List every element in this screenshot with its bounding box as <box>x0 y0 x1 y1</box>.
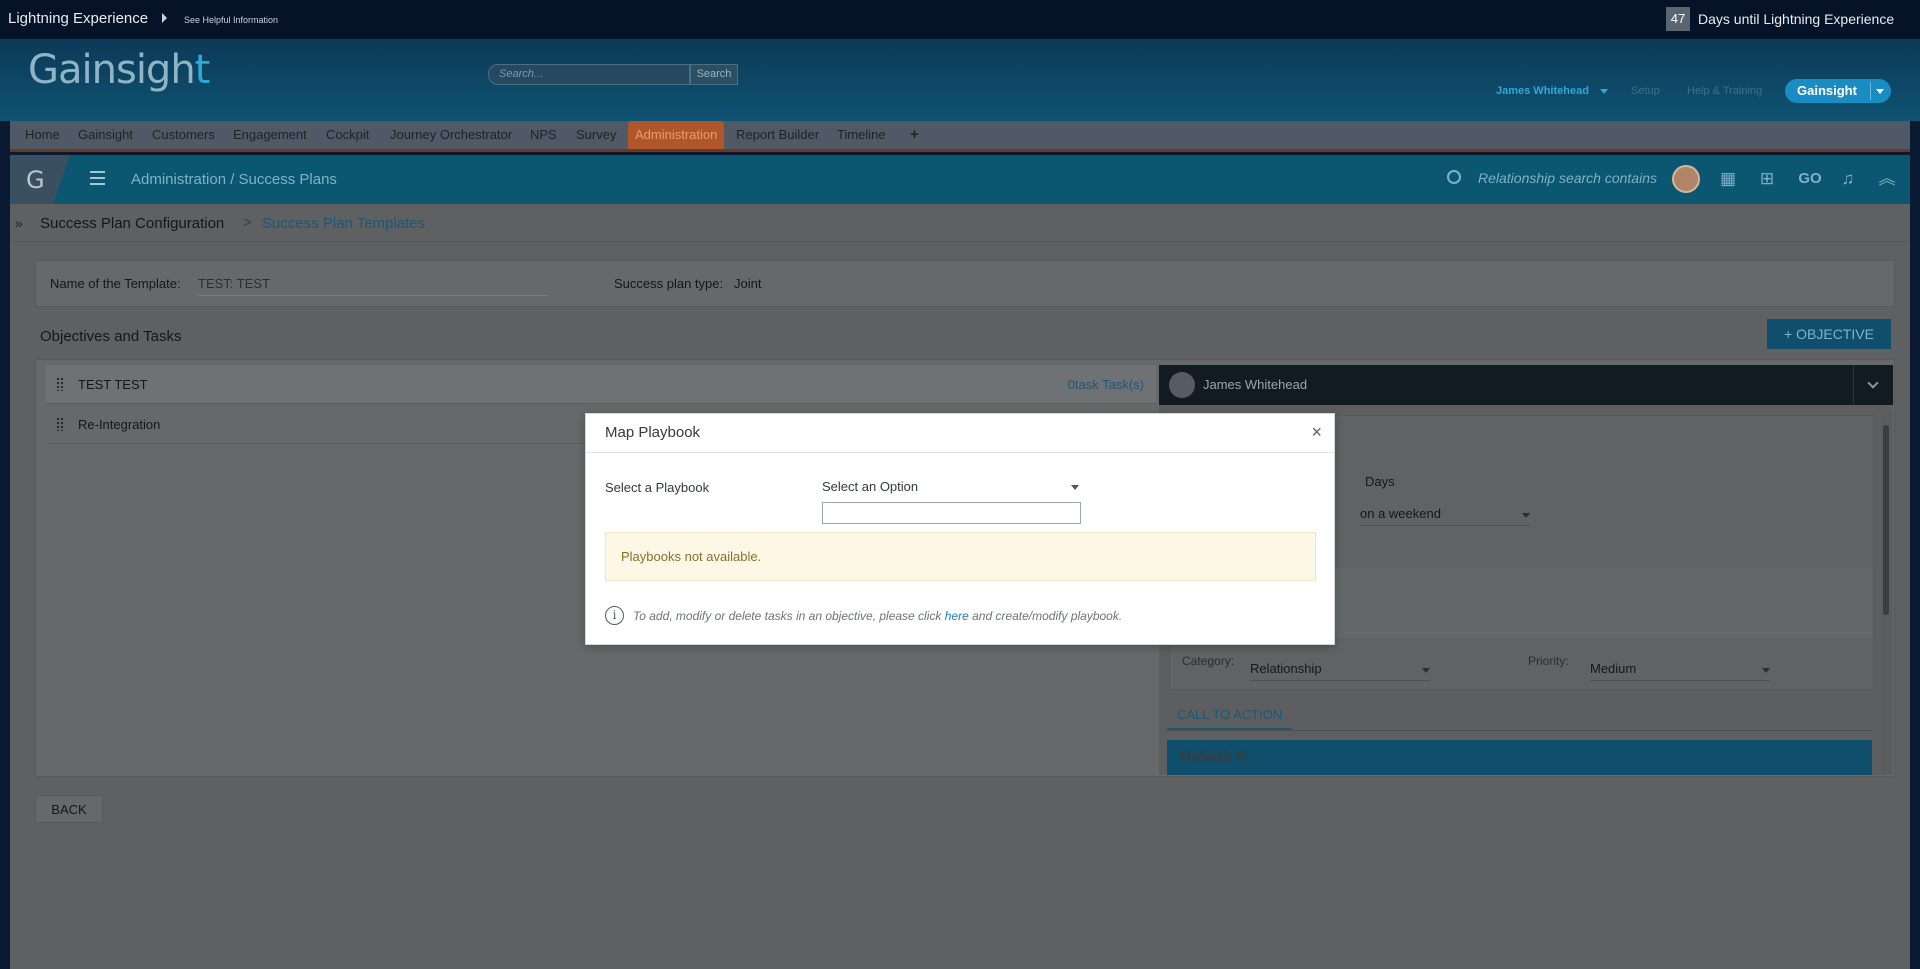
tab-customers[interactable]: Customers <box>145 121 222 149</box>
priority-label: Priority: <box>1528 654 1569 668</box>
tab-gainsight[interactable]: Gainsight <box>71 121 140 149</box>
app-switcher-divider <box>1870 82 1871 100</box>
setup-link[interactable]: Setup <box>1631 85 1660 97</box>
info-icon: i <box>605 606 624 625</box>
scrollbar-thumb[interactable] <box>1883 425 1889 615</box>
helpful-info-link[interactable]: See Helpful Information <box>184 15 278 25</box>
global-search-button[interactable]: Search <box>690 64 738 85</box>
info-text: To add, modify or delete tasks in an obj… <box>633 609 1123 623</box>
back-button[interactable]: BACK <box>35 795 103 823</box>
default-cta-label: Default C <box>1181 748 1247 765</box>
tab-engagement[interactable]: Engagement <box>226 121 314 149</box>
tab-timeline[interactable]: Timeline <box>830 121 893 149</box>
tab-call-to-action[interactable]: CALL TO ACTION <box>1167 707 1293 731</box>
bell-icon[interactable]: ♫ <box>1837 168 1859 190</box>
tab-report-builder[interactable]: Report Builder <box>729 121 826 149</box>
detail-header: James Whitehead <box>1159 365 1893 405</box>
plan-type-value: Joint <box>734 276 762 291</box>
drag-handle-icon[interactable] <box>56 417 64 431</box>
playbook-select[interactable]: Select an Option <box>822 479 1082 499</box>
playbooks-warning: Playbooks not available. <box>605 532 1316 581</box>
default-cta-row[interactable]: Default C <box>1167 740 1872 775</box>
add-tab-icon[interactable]: + <box>910 121 919 149</box>
caret-right-icon <box>162 13 167 23</box>
select-playbook-label: Select a Playbook <box>605 480 710 495</box>
playbook-search-input[interactable] <box>822 502 1081 524</box>
page-title: Administration / Success Plans <box>131 171 337 188</box>
user-menu[interactable]: James Whitehead <box>1496 85 1589 97</box>
template-name-label: Name of the Template: <box>50 276 181 291</box>
list-item[interactable]: TEST TEST 0task Task(s) <box>46 365 1156 404</box>
chevron-down-icon[interactable] <box>1522 513 1530 518</box>
user-menu-caret-icon[interactable] <box>1600 89 1608 94</box>
app-tabs: Home Gainsight Customers Engagement Cock… <box>10 121 1910 152</box>
drag-handle-icon[interactable] <box>56 377 64 391</box>
tab-survey[interactable]: Survey <box>569 121 623 149</box>
chevron-down-icon[interactable] <box>1762 668 1770 673</box>
days-label: Days <box>1365 474 1395 489</box>
tab-journey-orchestrator[interactable]: Journey Orchestrator <box>383 121 519 149</box>
days-until-lightning[interactable]: Days until Lightning Experience <box>1698 11 1894 27</box>
template-name-field[interactable]: TEST: TEST <box>198 276 548 296</box>
category-label: Category: <box>1182 654 1235 668</box>
hamburger-menu-icon[interactable] <box>90 171 105 185</box>
days-count-badge: 47 <box>1666 7 1690 31</box>
template-info-card: Name of the Template: TEST: TEST Success… <box>35 260 1895 307</box>
weekend-select[interactable]: on a weekend <box>1360 506 1530 526</box>
priority-select[interactable]: Medium <box>1590 661 1770 681</box>
global-search-input[interactable]: Search... <box>488 64 690 85</box>
add-objective-button[interactable]: + OBJECTIVE <box>1767 319 1891 349</box>
avatar[interactable] <box>1672 165 1700 193</box>
calendar-icon[interactable]: ▦ <box>1717 168 1739 190</box>
search-icon[interactable] <box>1447 170 1461 184</box>
breadcrumb-success-plan-configuration[interactable]: Success Plan Configuration <box>40 215 224 232</box>
objectives-title: Objectives and Tasks <box>40 328 182 345</box>
lightning-title[interactable]: Lightning Experience <box>8 10 148 27</box>
chevron-down-icon[interactable] <box>1071 485 1079 490</box>
warning-text: Playbooks not available. <box>621 549 762 564</box>
tab-administration[interactable]: Administration <box>628 121 725 149</box>
gainsight-logo[interactable]: Gainsight <box>28 47 210 93</box>
here-link[interactable]: here <box>945 609 969 623</box>
modal-title: Map Playbook <box>605 424 701 441</box>
go-icon[interactable]: GO <box>1793 168 1827 190</box>
category-select[interactable]: Relationship <box>1250 661 1430 681</box>
chevron-down-icon[interactable] <box>1422 668 1430 673</box>
plan-type-label: Success plan type: <box>614 276 724 291</box>
close-icon[interactable]: × <box>1311 423 1322 441</box>
objective-name: TEST TEST <box>78 377 148 392</box>
hierarchy-icon[interactable]: ⊞ <box>1756 168 1778 190</box>
detail-scrollbar[interactable] <box>1881 413 1891 775</box>
relationship-search-input[interactable]: Relationship search contains <box>1478 170 1657 186</box>
breadcrumb-success-plan-templates[interactable]: Success Plan Templates <box>262 215 425 232</box>
objective-name: Re-Integration <box>78 417 161 432</box>
breadcrumb: » Success Plan Configuration > Success P… <box>10 204 1910 242</box>
expand-sidebar-icon[interactable]: » <box>15 215 23 231</box>
app-switcher-caret-icon[interactable] <box>1876 89 1884 94</box>
tab-home[interactable]: Home <box>18 121 67 149</box>
collapse-icon[interactable]: ︽ <box>1876 168 1898 190</box>
g-logo-icon: G <box>26 166 45 194</box>
map-playbook-modal: Map Playbook × Select a Playbook Select … <box>585 413 1335 645</box>
detail-owner-name: James Whitehead <box>1203 377 1308 392</box>
chevron-right-icon: > <box>243 214 252 231</box>
objective-task-count[interactable]: 0task Task(s) <box>1068 377 1144 392</box>
lightning-bar: Lightning Experience See Helpful Informa… <box>0 0 1920 39</box>
help-training-link[interactable]: Help & Training <box>1687 85 1762 97</box>
gainsight-nav: G Administration / Success Plans Relatio… <box>10 155 1910 204</box>
modal-header: Map Playbook × <box>586 414 1334 453</box>
tab-nps[interactable]: NPS <box>523 121 564 149</box>
classic-header: Gainsight Search... Search James Whitehe… <box>0 39 1920 121</box>
chevron-down-icon[interactable] <box>1853 365 1893 405</box>
tab-cockpit[interactable]: Cockpit <box>319 121 376 149</box>
tab-divider <box>1167 730 1872 731</box>
avatar <box>1169 372 1195 398</box>
